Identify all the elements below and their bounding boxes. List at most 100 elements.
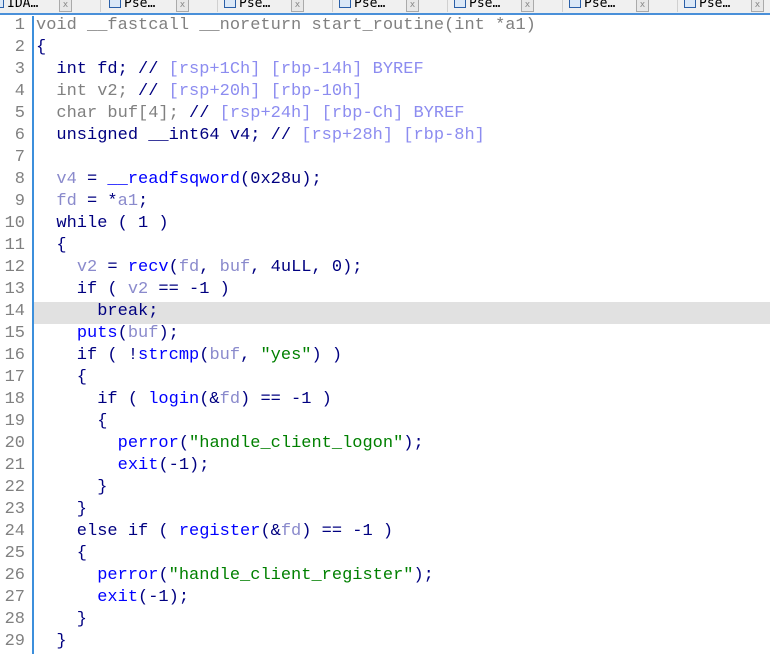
code-line[interactable]: 12 v2 = recv(fd, buf, 4uLL, 0); xyxy=(0,258,770,280)
code-text[interactable]: if ( v2 == -1 ) xyxy=(32,280,770,302)
code-token: { xyxy=(36,236,67,255)
tab[interactable]: Pse… x xyxy=(565,0,678,12)
tab-label: Pse… xyxy=(699,0,731,11)
code-token: ( xyxy=(158,566,169,585)
line-number: 17 xyxy=(4,368,25,387)
close-icon[interactable]: x xyxy=(176,0,189,12)
pseudocode-editor[interactable]: 1 void __fastcall __noreturn start_routin… xyxy=(0,16,770,657)
code-text[interactable]: } xyxy=(32,632,770,654)
tab[interactable]: Pse… x xyxy=(220,0,333,12)
line-number: 2 xyxy=(14,38,25,57)
tab[interactable]: Pse… x xyxy=(680,0,770,12)
code-line[interactable]: 11 { xyxy=(0,236,770,258)
close-icon[interactable]: x xyxy=(59,0,72,12)
code-line[interactable]: 19 { xyxy=(0,412,770,434)
code-text[interactable]: perror("handle_client_logon"); xyxy=(32,434,770,456)
code-line[interactable]: 16 if ( !strcmp(buf, "yes") ) xyxy=(0,346,770,368)
code-line[interactable]: 22 } xyxy=(0,478,770,500)
code-text[interactable]: { xyxy=(32,368,770,390)
code-line[interactable]: 28 } xyxy=(0,610,770,632)
line-number: 22 xyxy=(4,478,25,497)
code-text[interactable]: { xyxy=(32,38,770,60)
code-line[interactable]: 2{ xyxy=(0,38,770,60)
code-text[interactable]: { xyxy=(32,544,770,566)
code-token: else if ( xyxy=(36,522,179,541)
code-text[interactable] xyxy=(32,148,770,170)
code-token: __readfsqword xyxy=(107,170,241,189)
line-number: 26 xyxy=(4,566,25,585)
code-line[interactable]: 14 break; xyxy=(0,302,770,324)
tab-bar: IDA… x Pse… x Pse… x Pse… x Pse… x Pse… x Pse… x xyxy=(0,0,770,15)
code-line[interactable]: 15 puts(buf); xyxy=(0,324,770,346)
code-text[interactable]: int fd; // [rsp+1Ch] [rbp-14h] BYREF xyxy=(32,60,770,82)
line-number: 27 xyxy=(4,588,25,607)
code-token: (0x28u); xyxy=(240,170,322,189)
code-line[interactable]: 5 char buf[4]; // [rsp+24h] [rbp-Ch] BYR… xyxy=(0,104,770,126)
code-text[interactable]: char buf[4]; // [rsp+24h] [rbp-Ch] BYREF xyxy=(32,104,770,126)
code-text[interactable]: fd = *a1; xyxy=(32,192,770,214)
close-icon[interactable]: x xyxy=(291,0,304,12)
code-token: exit xyxy=(97,588,139,607)
code-line[interactable]: 25 { xyxy=(0,544,770,566)
code-text[interactable]: { xyxy=(32,412,770,434)
code-line[interactable]: 8 v4 = __readfsqword(0x28u); xyxy=(0,170,770,192)
code-token: perror xyxy=(97,566,159,585)
line-number: 29 xyxy=(4,632,25,651)
code-line[interactable]: 9 fd = *a1; xyxy=(0,192,770,214)
close-icon[interactable]: x xyxy=(751,0,764,12)
close-icon[interactable]: x xyxy=(636,0,649,12)
line-number: 12 xyxy=(4,258,25,277)
code-text[interactable]: unsigned __int64 v4; // [rsp+28h] [rbp-8… xyxy=(32,126,770,148)
code-line[interactable]: 20 perror("handle_client_logon"); xyxy=(0,434,770,456)
code-line[interactable]: 4 int v2; // [rsp+20h] [rbp-10h] xyxy=(0,82,770,104)
code-text[interactable]: if ( !strcmp(buf, "yes") ) xyxy=(32,346,770,368)
code-text[interactable]: if ( login(&fd) == -1 ) xyxy=(32,390,770,412)
close-icon[interactable]: x xyxy=(521,0,534,12)
line-number: 23 xyxy=(4,500,25,519)
code-token: // xyxy=(127,82,169,101)
code-line[interactable]: 17 { xyxy=(0,368,770,390)
code-text[interactable]: v4 = __readfsqword(0x28u); xyxy=(32,170,770,192)
pseudocode-icon xyxy=(0,0,4,8)
code-text[interactable]: exit(-1); xyxy=(32,456,770,478)
code-token: = xyxy=(76,170,108,189)
tab[interactable]: Pse… x xyxy=(105,0,218,12)
code-line[interactable]: 7 xyxy=(0,148,770,170)
code-text[interactable]: void __fastcall __noreturn start_routine… xyxy=(32,16,770,38)
code-line[interactable]: 26 perror("handle_client_register"); xyxy=(0,566,770,588)
code-line[interactable]: 23 } xyxy=(0,500,770,522)
code-text[interactable]: perror("handle_client_register"); xyxy=(32,566,770,588)
code-line[interactable]: 18 if ( login(&fd) == -1 ) xyxy=(0,390,770,412)
code-line[interactable]: 10 while ( 1 ) xyxy=(0,214,770,236)
code-text[interactable]: } xyxy=(32,500,770,522)
code-token: ( xyxy=(117,324,128,343)
code-text[interactable]: break; xyxy=(32,302,770,324)
code-text[interactable]: int v2; // [rsp+20h] [rbp-10h] xyxy=(32,82,770,104)
tab[interactable]: IDA… x xyxy=(0,0,101,12)
code-text[interactable]: { xyxy=(32,236,770,258)
code-text[interactable]: exit(-1); xyxy=(32,588,770,610)
code-line[interactable]: 6 unsigned __int64 v4; // [rsp+28h] [rbp… xyxy=(0,126,770,148)
code-text[interactable]: v2 = recv(fd, buf, 4uLL, 0); xyxy=(32,258,770,280)
code-line[interactable]: 1 void __fastcall __noreturn start_routin… xyxy=(0,16,770,38)
code-text[interactable]: } xyxy=(32,478,770,500)
code-line[interactable]: 3 int fd; // [rsp+1Ch] [rbp-14h] BYREF xyxy=(0,60,770,82)
line-number: 25 xyxy=(4,544,25,563)
line-number: 9 xyxy=(14,192,25,211)
code-token: "handle_client_register" xyxy=(168,566,414,585)
code-line[interactable]: 29 } xyxy=(0,632,770,654)
pseudocode-icon xyxy=(109,0,121,8)
code-text[interactable]: puts(buf); xyxy=(32,324,770,346)
code-line[interactable]: 21 exit(-1); xyxy=(0,456,770,478)
code-text[interactable]: } xyxy=(32,610,770,632)
line-number: 14 xyxy=(4,302,25,321)
code-line[interactable]: 13 if ( v2 == -1 ) xyxy=(0,280,770,302)
code-text[interactable]: while ( 1 ) xyxy=(32,214,770,236)
tab[interactable]: Pse… x xyxy=(450,0,563,12)
close-icon[interactable]: x xyxy=(406,0,419,12)
code-line[interactable]: 24 else if ( register(&fd) == -1 ) xyxy=(0,522,770,544)
tab[interactable]: Pse… x xyxy=(335,0,448,12)
tab-label: Pse… xyxy=(469,0,501,11)
code-line[interactable]: 27 exit(-1); xyxy=(0,588,770,610)
code-text[interactable]: else if ( register(&fd) == -1 ) xyxy=(32,522,770,544)
